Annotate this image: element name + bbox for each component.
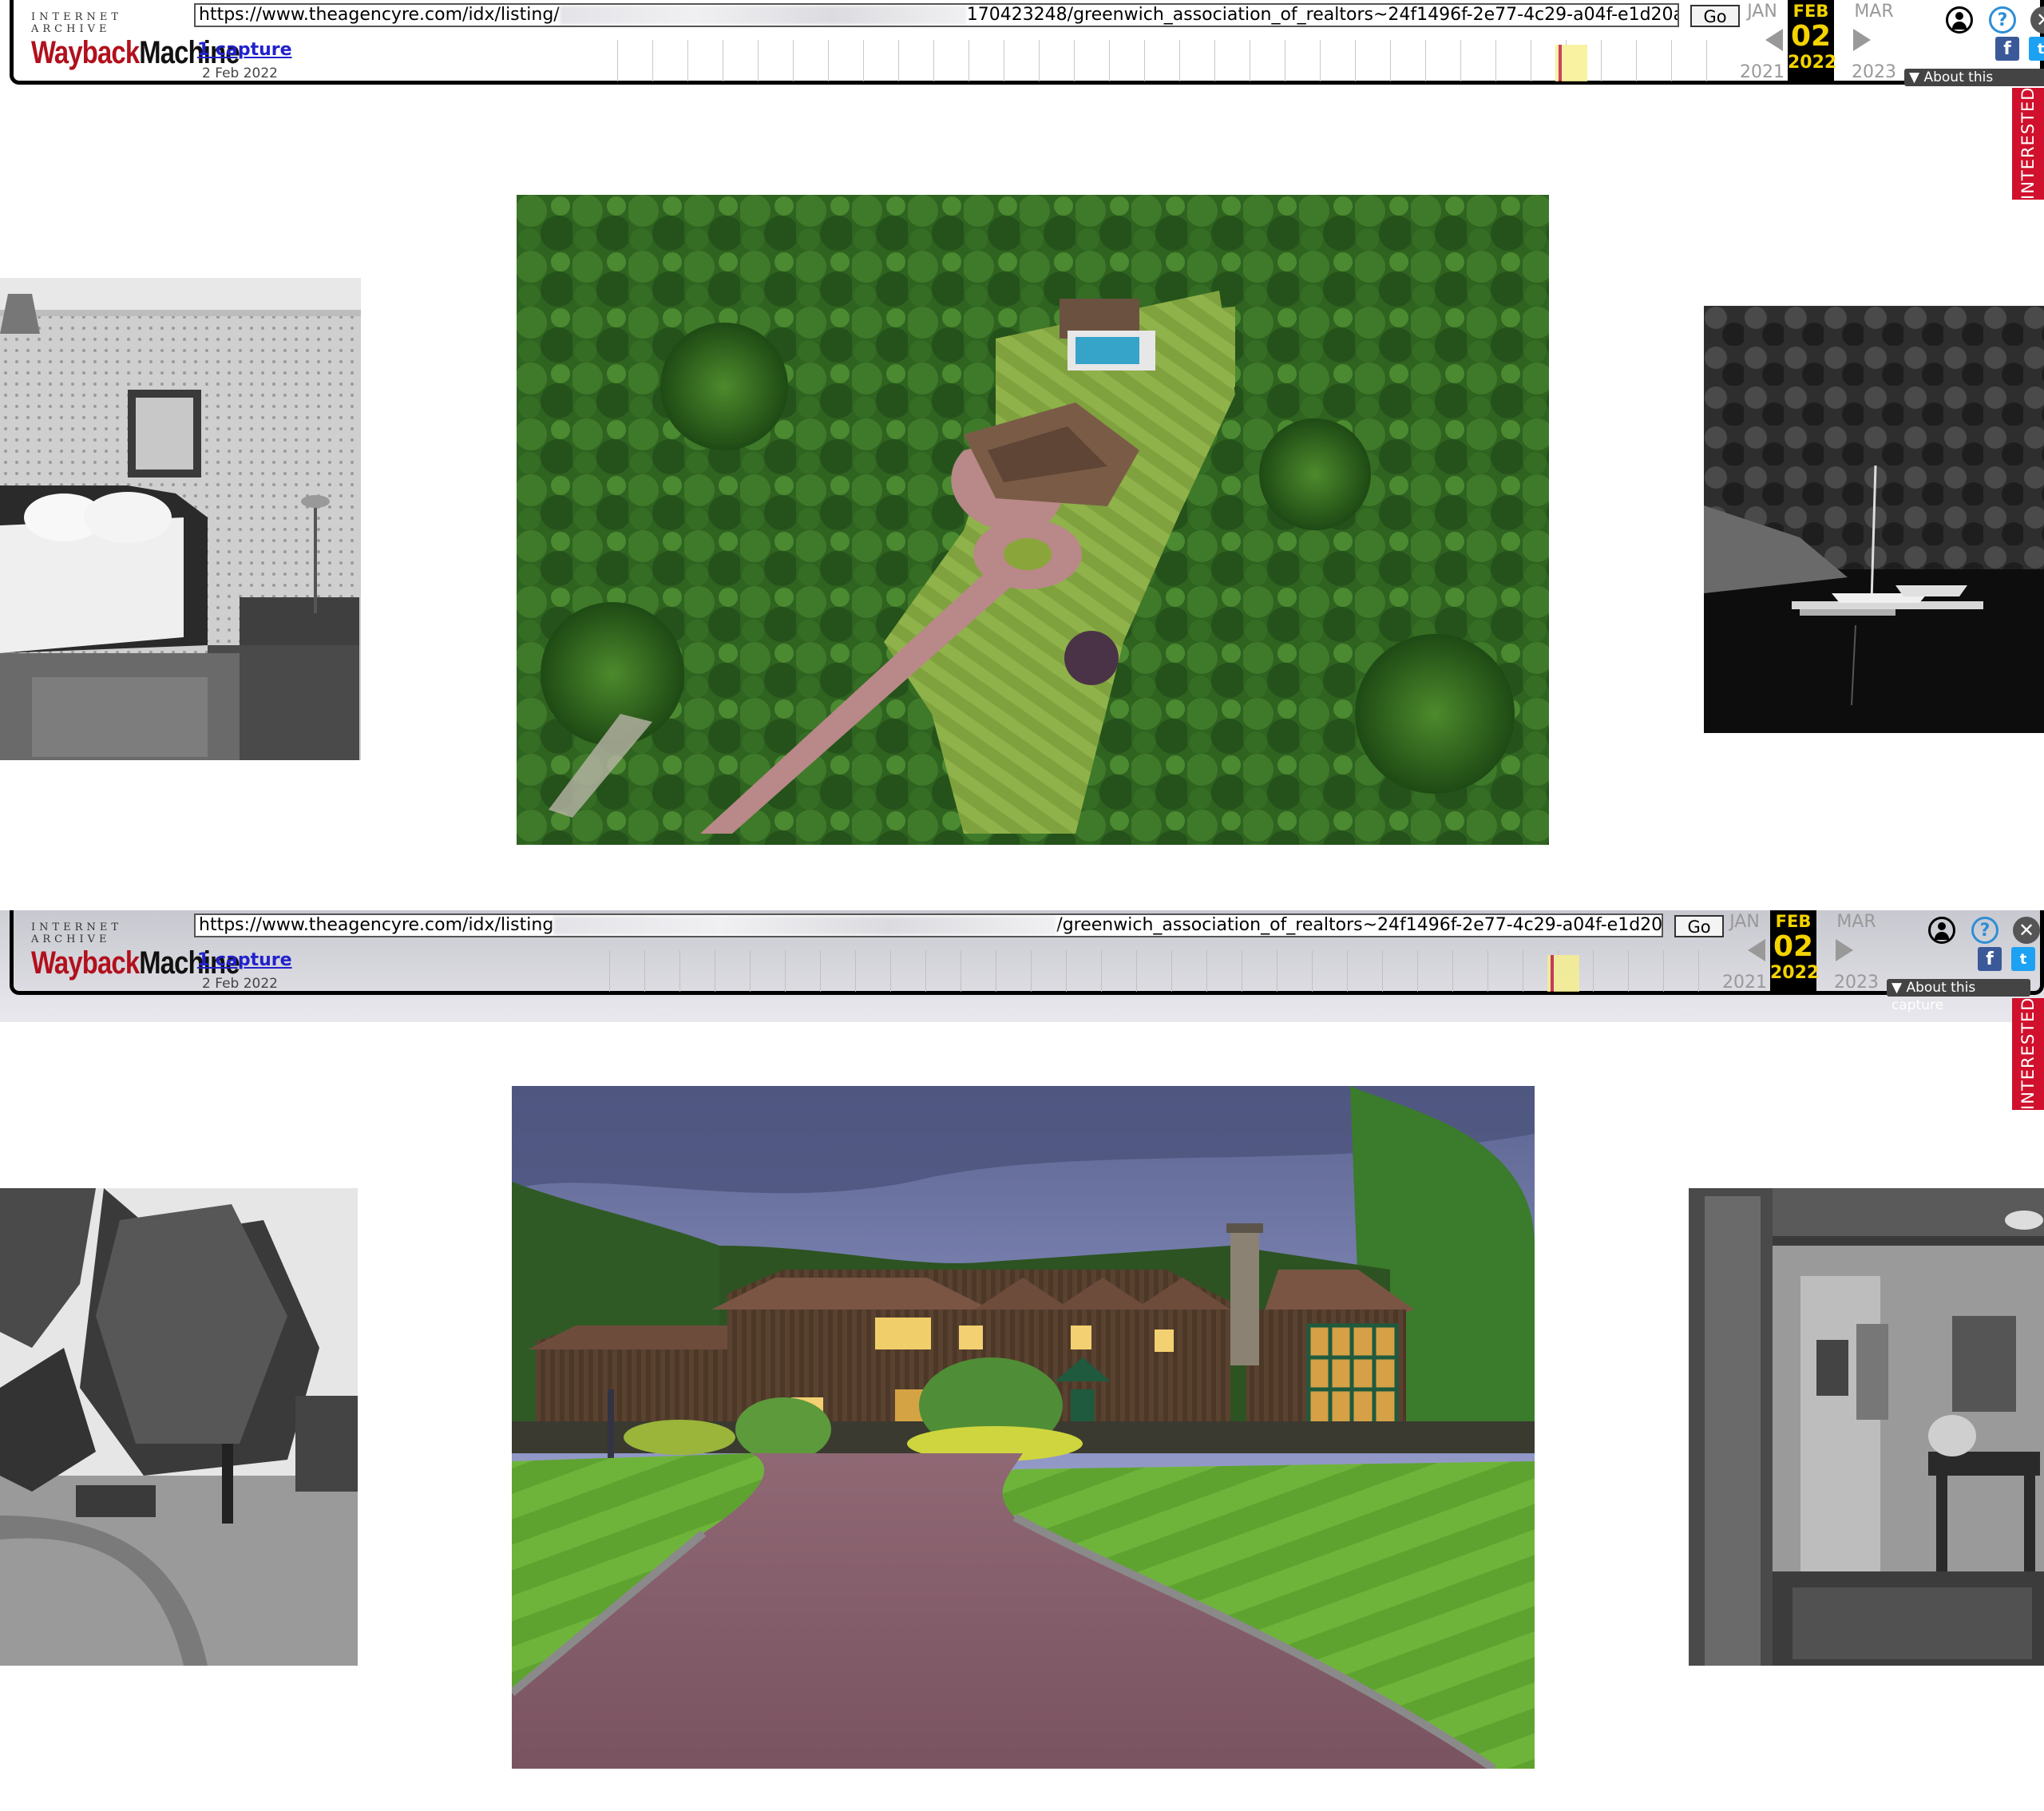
twitter-icon[interactable]: t bbox=[2011, 947, 2035, 971]
url-redacted bbox=[559, 6, 967, 25]
current-day: 02 bbox=[1773, 930, 1814, 963]
logo-line-2: WaybackMachine bbox=[31, 35, 240, 70]
gallery-photo-dock[interactable] bbox=[1704, 306, 2044, 733]
prev-year-label[interactable]: 2021 bbox=[1719, 973, 1770, 993]
logo-line-1: INTERNET ARCHIVE bbox=[31, 11, 122, 35]
capture-date: 2 Feb 2022 bbox=[202, 976, 278, 992]
next-month-label[interactable]: MAR bbox=[1831, 912, 1882, 932]
logo-line-2: WaybackMachine bbox=[31, 945, 240, 981]
url-prefix: https://www.theagencyre.com/idx/listing bbox=[199, 915, 554, 935]
close-icon[interactable]: ✕ bbox=[2030, 6, 2044, 34]
screenshot-frame-bottom: INTERNET ARCHIVE WaybackMachine https://… bbox=[0, 910, 2044, 1811]
sparkline-capture-mark[interactable] bbox=[1559, 45, 1562, 81]
logo-wayback: Wayback bbox=[31, 35, 140, 70]
prev-arrow-icon[interactable] bbox=[1748, 939, 1765, 961]
current-day: 02 bbox=[1790, 20, 1832, 53]
sparkline-capture-mark[interactable] bbox=[1551, 955, 1554, 992]
prev-arrow-icon[interactable] bbox=[1765, 29, 1783, 51]
next-arrow-icon[interactable] bbox=[1853, 29, 1871, 51]
go-button[interactable]: Go bbox=[1674, 915, 1724, 937]
logo-wayback: Wayback bbox=[31, 945, 140, 981]
facebook-icon[interactable]: f bbox=[1995, 37, 2019, 61]
current-month: FEB bbox=[1775, 912, 1812, 931]
about-capture-button[interactable]: ▼ About this capture bbox=[1887, 979, 2030, 1013]
triangle-down-icon: ▼ bbox=[1891, 980, 1907, 996]
current-date-block: FEB 02 2022 bbox=[1788, 0, 1837, 83]
wayback-logo[interactable]: INTERNET ARCHIVE WaybackMachine bbox=[31, 11, 240, 70]
about-capture-button[interactable]: ▼ About this capture bbox=[1904, 69, 2044, 103]
captures-link[interactable]: 1 capture bbox=[197, 950, 292, 970]
url-input[interactable]: https://www.theagencyre.com/idx/listing/… bbox=[194, 3, 1679, 27]
facebook-icon[interactable]: f bbox=[1978, 947, 2002, 971]
current-year: 2022 bbox=[1770, 963, 1820, 983]
capture-sparkline[interactable] bbox=[617, 40, 1732, 81]
interested-side-tab[interactable]: INTERESTED bbox=[2012, 998, 2044, 1110]
gallery-photo-foyer[interactable] bbox=[1689, 1188, 2044, 1666]
next-year-label[interactable]: 2023 bbox=[1848, 62, 1899, 82]
gallery-photo-house-main[interactable] bbox=[512, 1086, 1535, 1769]
url-prefix: https://www.theagencyre.com/idx/listing/ bbox=[199, 5, 560, 25]
interested-side-tab[interactable]: INTERESTED bbox=[2012, 88, 2044, 200]
current-year: 2022 bbox=[1788, 53, 1837, 73]
url-input[interactable]: https://www.theagencyre.com/idx/listing /… bbox=[194, 913, 1663, 937]
next-year-label[interactable]: 2023 bbox=[1831, 973, 1882, 993]
next-arrow-icon[interactable] bbox=[1836, 939, 1853, 961]
help-icon[interactable]: ? bbox=[1971, 917, 1998, 944]
wayback-toolbar: INTERNET ARCHIVE WaybackMachine https://… bbox=[10, 910, 2044, 1013]
captures-link[interactable]: 1 capture bbox=[197, 40, 292, 60]
current-date-block: FEB 02 2022 bbox=[1770, 910, 1820, 993]
prev-year-label[interactable]: 2021 bbox=[1737, 62, 1788, 82]
capture-sparkline[interactable] bbox=[609, 950, 1711, 992]
url-redacted bbox=[553, 916, 1057, 935]
close-icon[interactable]: ✕ bbox=[2013, 917, 2040, 944]
gallery-photo-bedroom[interactable] bbox=[0, 278, 361, 760]
gallery-photo-aerial-main[interactable] bbox=[517, 195, 1549, 845]
help-icon[interactable]: ? bbox=[1989, 6, 2016, 34]
url-suffix: /greenwich_association_of_realtors~24f14… bbox=[1056, 915, 1663, 935]
url-suffix: 170423248/greenwich_association_of_realt… bbox=[966, 5, 1679, 25]
current-month: FEB bbox=[1792, 2, 1829, 21]
user-account-icon[interactable] bbox=[1946, 6, 1973, 34]
go-button[interactable]: Go bbox=[1690, 5, 1740, 27]
next-month-label[interactable]: MAR bbox=[1848, 2, 1899, 22]
logo-line-1: INTERNET ARCHIVE bbox=[31, 921, 122, 945]
capture-date: 2 Feb 2022 bbox=[202, 65, 278, 81]
triangle-down-icon: ▼ bbox=[1909, 69, 1924, 85]
prev-month-label[interactable]: JAN bbox=[1719, 912, 1770, 932]
screenshot-frame-top: INTERNET ARCHIVE WaybackMachine https://… bbox=[0, 0, 2044, 910]
wayback-logo[interactable]: INTERNET ARCHIVE WaybackMachine bbox=[31, 921, 240, 981]
twitter-icon[interactable]: t bbox=[2029, 37, 2044, 61]
wayback-toolbar: INTERNET ARCHIVE WaybackMachine https://… bbox=[10, 0, 2044, 103]
user-account-icon[interactable] bbox=[1928, 917, 1955, 944]
prev-month-label[interactable]: JAN bbox=[1737, 2, 1788, 22]
gallery-photo-trees[interactable] bbox=[0, 1188, 358, 1666]
